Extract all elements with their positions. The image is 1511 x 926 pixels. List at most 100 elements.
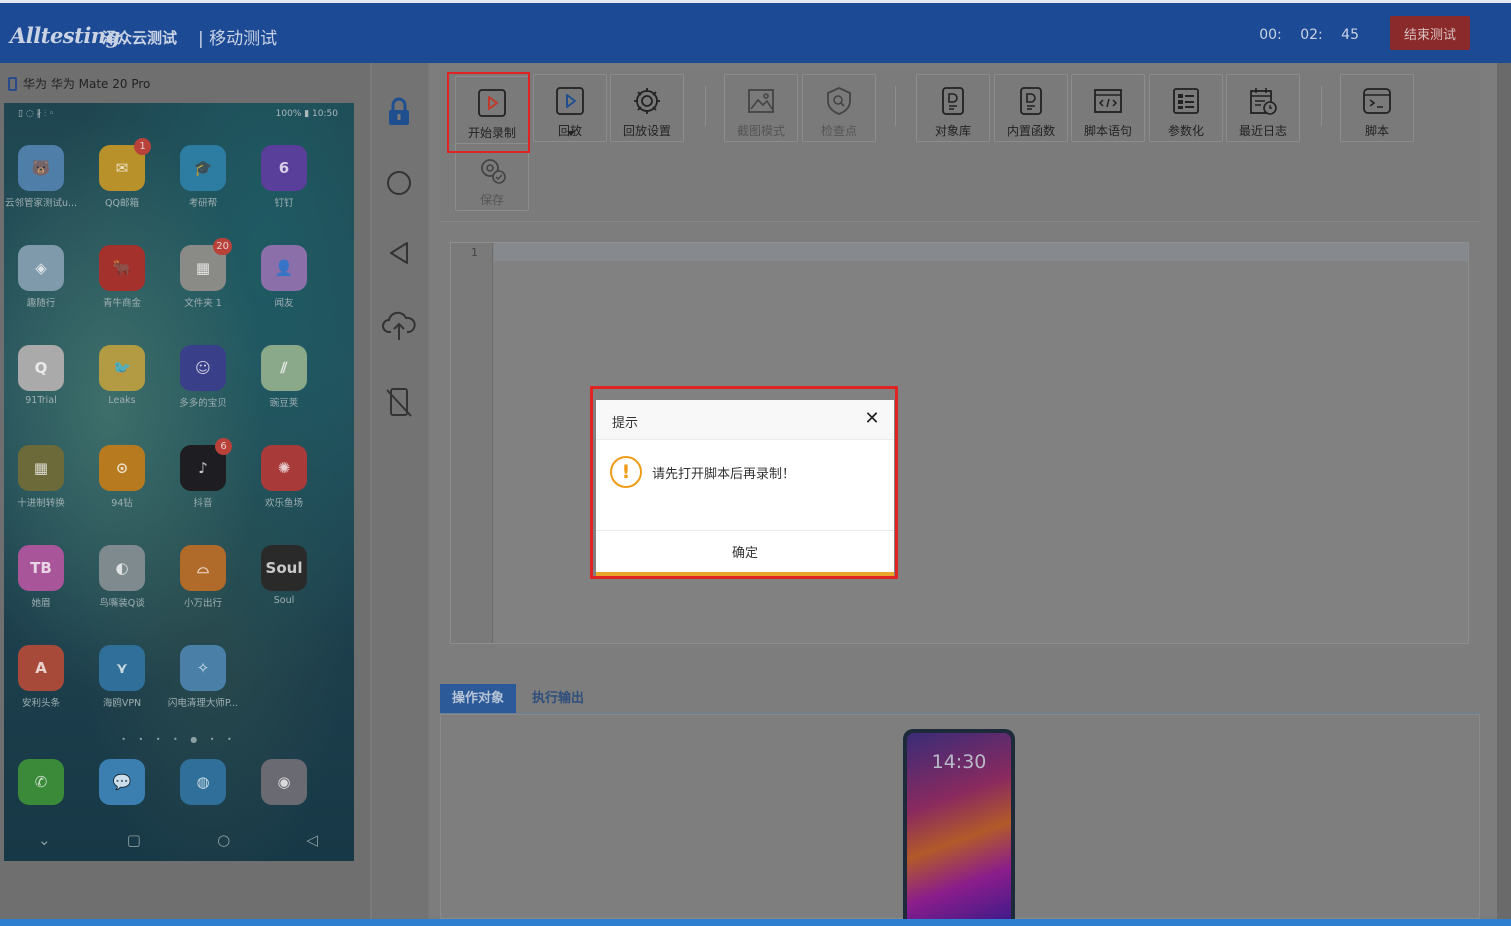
app-glyph: 🐻 bbox=[31, 159, 51, 177]
play-icon bbox=[554, 85, 586, 122]
caret-down-icon[interactable] bbox=[567, 131, 575, 136]
app-label: 91Trial bbox=[25, 395, 57, 406]
alert-dialog: 提示 ✕ ! 请先打开脚本后再录制！ 确定 bbox=[596, 400, 894, 576]
app-broom[interactable]: ✧ 闪电清理大师P... bbox=[164, 645, 242, 709]
parameterize-button[interactable]: 参数化 bbox=[1149, 74, 1223, 142]
app-wheel[interactable]: ✺ 欢乐鱼场 bbox=[245, 445, 323, 509]
app-label: 青牛商金 bbox=[102, 298, 141, 309]
dock-browser[interactable]: ◍ bbox=[164, 759, 242, 805]
app-glyph: ✆ bbox=[34, 773, 48, 791]
graduation-icon: 🎓 bbox=[180, 145, 226, 191]
app-letter-a[interactable]: A 安利头条 bbox=[4, 645, 80, 709]
preview-time: 14:30 bbox=[931, 751, 987, 773]
bottom-strip bbox=[0, 919, 1511, 926]
app-label: 闪电清理大师P... bbox=[167, 698, 239, 709]
kid-icon: ☺ bbox=[180, 345, 226, 391]
device-panel: 华为 华为 Mate 20 Pro ▯ ◌ ∦ ⫶ ◦ 100% ▮ 10:50… bbox=[0, 63, 370, 919]
code-window-icon bbox=[1092, 85, 1124, 122]
lock-icon[interactable] bbox=[380, 93, 418, 131]
app-label: Leaks bbox=[108, 395, 136, 406]
app-bear[interactable]: 🐻 云邻管家测试u... bbox=[4, 145, 80, 209]
logo-chinese: 泽众云测试 bbox=[102, 29, 178, 47]
upload-cloud-icon[interactable] bbox=[380, 307, 418, 345]
warning-icon: ! bbox=[610, 456, 642, 488]
app-glyph: ⋎ bbox=[115, 659, 129, 677]
app-pea[interactable]: ⫽ 豌豆荚 bbox=[245, 345, 323, 409]
app-car[interactable]: ⌓ 小万出行 bbox=[164, 545, 242, 609]
device-screen[interactable]: ▯ ◌ ∦ ⫶ ◦ 100% ▮ 10:50 • • • • ● • • ⌄ ▢ ○… bbox=[4, 103, 354, 861]
dock-camera[interactable]: ◉ bbox=[245, 759, 323, 805]
app-label: 抖音 bbox=[193, 498, 213, 509]
doc-d-icon bbox=[937, 85, 969, 122]
script-statements-button[interactable]: 脚本语句 bbox=[1071, 74, 1145, 142]
nav-back-icon[interactable]: ◁ bbox=[306, 831, 318, 849]
nav-home-icon[interactable]: ○ bbox=[217, 831, 230, 849]
app-glyph: ◉ bbox=[277, 773, 291, 791]
playback-settings-button[interactable]: 回放设置 bbox=[610, 74, 684, 142]
nav-recent-icon[interactable]: ▢ bbox=[127, 831, 141, 849]
app-bird[interactable]: 🐦 Leaks bbox=[83, 345, 161, 406]
app-tb[interactable]: TB 她眉 bbox=[4, 545, 80, 609]
line-gutter: 1 bbox=[451, 243, 493, 643]
app-graduation[interactable]: 🎓 考研帮 bbox=[164, 145, 242, 209]
checkpoint-button[interactable]: 检查点 bbox=[802, 74, 876, 142]
image-icon bbox=[745, 85, 777, 122]
app-calculator[interactable]: ▦ 十进制转换 bbox=[4, 445, 80, 509]
app-glyph: A bbox=[35, 659, 47, 677]
app-label: 十进制转换 bbox=[17, 498, 65, 509]
app-glyph: 🐂 bbox=[112, 259, 132, 277]
status-right: 100% ▮ 10:50 bbox=[275, 109, 338, 119]
phone-call-icon: ✆ bbox=[18, 759, 64, 805]
phone-preview-image: 14:30 bbox=[903, 729, 1015, 926]
tab-execution-output[interactable]: 执行输出 bbox=[520, 684, 596, 713]
app-gull[interactable]: ⋎ 海鸥VPN bbox=[83, 645, 161, 709]
app-label: 海鸥VPN bbox=[102, 698, 142, 709]
builtin-functions-button[interactable]: 内置函数 bbox=[994, 74, 1068, 142]
app-trial[interactable]: Q 91Trial bbox=[4, 345, 80, 406]
app-bull[interactable]: 🐂 青牛商金 bbox=[83, 245, 161, 309]
app-kid[interactable]: ☺ 多多的宝贝 bbox=[164, 345, 242, 409]
end-test-button[interactable]: 结束测试 bbox=[1390, 16, 1470, 50]
rotate-device-icon[interactable] bbox=[380, 383, 418, 421]
tool-label: 最近日志 bbox=[1238, 124, 1287, 138]
tool-label: 脚本 bbox=[1364, 124, 1389, 138]
app-diamond[interactable]: ◈ 趣随行 bbox=[4, 245, 80, 309]
close-icon[interactable]: ✕ bbox=[862, 409, 882, 429]
notification-badge: 6 bbox=[215, 438, 232, 455]
app-mail[interactable]: ✉ 1 QQ邮箱 bbox=[83, 138, 161, 209]
device-label: 华为 华为 Mate 20 Pro bbox=[8, 75, 150, 92]
screenshot-mode-button[interactable]: 截图模式 bbox=[724, 74, 798, 142]
dock-phone-call[interactable]: ✆ bbox=[4, 759, 80, 805]
app-label: Soul bbox=[273, 595, 295, 606]
gull-icon: ⋎ bbox=[99, 645, 145, 691]
broom-icon: ✧ bbox=[180, 645, 226, 691]
back-triangle-icon[interactable] bbox=[380, 234, 418, 272]
save-button[interactable]: 保存 bbox=[455, 143, 529, 211]
active-line[interactable] bbox=[494, 243, 1468, 261]
right-scrollbar[interactable] bbox=[1497, 63, 1511, 919]
pea-icon: ⫽ bbox=[261, 345, 307, 391]
object-library-button[interactable]: 对象库 bbox=[916, 74, 990, 142]
recent-logs-button[interactable]: 最近日志 bbox=[1226, 74, 1300, 142]
app-six[interactable]: 6 钉钉 bbox=[245, 145, 323, 209]
dock-message[interactable]: 💬 bbox=[83, 759, 161, 805]
app-folder[interactable]: ▦ 20 文件夹 1 bbox=[164, 238, 242, 309]
app-shield-q[interactable]: ◐ 鸟嘴装Q谈 bbox=[83, 545, 161, 609]
app-label: 小万出行 bbox=[183, 598, 222, 609]
script-button[interactable]: 脚本 bbox=[1340, 74, 1414, 142]
tool-label: 截图模式 bbox=[736, 124, 785, 138]
app-glyph: 🐦 bbox=[112, 359, 132, 377]
list-icon bbox=[1170, 85, 1202, 122]
home-circle-icon[interactable] bbox=[380, 164, 418, 202]
playback-button[interactable]: 回放 bbox=[533, 74, 607, 142]
confirm-button[interactable]: 确定 bbox=[596, 531, 894, 572]
toolbar-separator bbox=[1321, 86, 1322, 126]
app-label: 云邻管家测试u... bbox=[4, 198, 78, 209]
nav-down-icon[interactable]: ⌄ bbox=[38, 831, 51, 849]
app-tape[interactable]: ⊙ 94钻 bbox=[83, 445, 161, 509]
tab-operation-objects[interactable]: 操作对象 bbox=[440, 684, 517, 713]
app-soul[interactable]: Soul Soul bbox=[245, 545, 323, 606]
app-header: Alltesting 泽众云测试 | 移动测试 00: 02: 45 结束测试 bbox=[0, 0, 1511, 63]
app-profile[interactable]: 👤 闻友 bbox=[245, 245, 323, 309]
app-tiktok[interactable]: ♪ 6 抖音 bbox=[164, 438, 242, 509]
